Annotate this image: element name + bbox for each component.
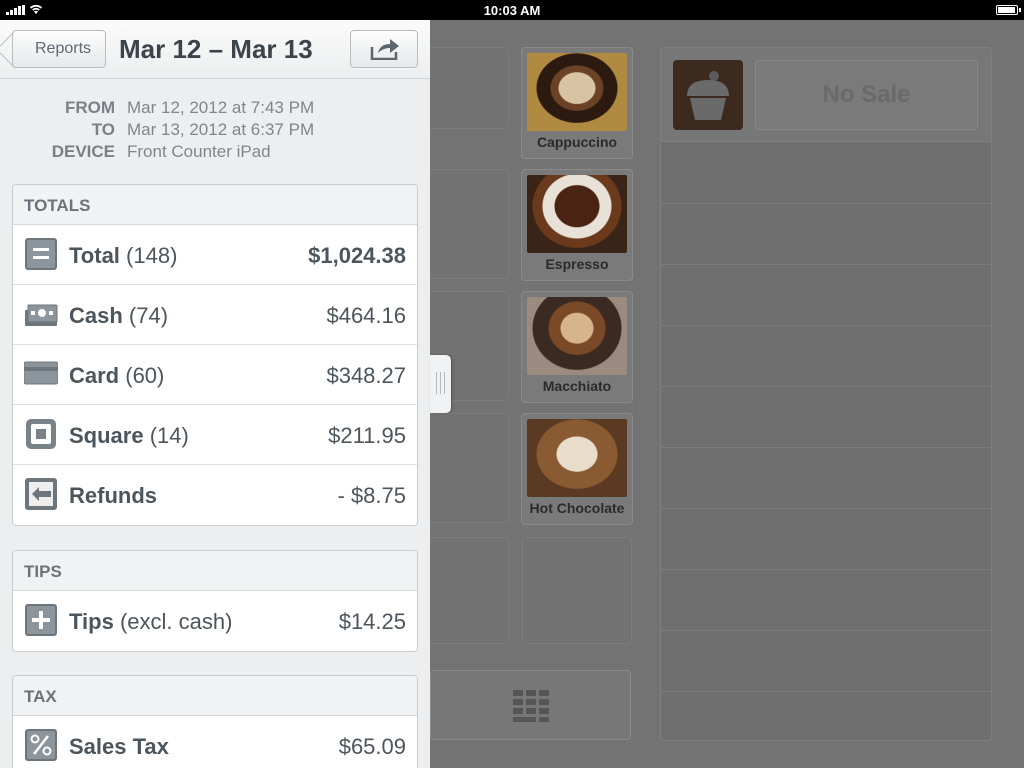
section-header: TIPS <box>13 551 417 591</box>
cart-divider <box>661 264 991 265</box>
empty-tile[interactable] <box>430 169 509 279</box>
empty-tile[interactable] <box>522 537 632 644</box>
row-amount: $1,024.38 <box>308 243 406 268</box>
empty-tile[interactable] <box>430 47 509 129</box>
espresso-photo <box>527 175 627 253</box>
row-amount: $65.09 <box>338 734 406 759</box>
reports-navbar: Reports Mar 12 – Mar 13 <box>0 20 430 79</box>
item-tile[interactable]: Cappuccino <box>521 47 633 159</box>
row-count: (14) <box>149 423 189 448</box>
register-background: Cappuccino Espresso Macchiato Hot Chocol… <box>430 20 1024 768</box>
reports-panel: Reports Mar 12 – Mar 13 FROM Mar 12, 201… <box>0 20 430 768</box>
total-row[interactable]: Total (148) $1,024.38 <box>13 225 417 285</box>
from-key: FROM <box>64 98 115 117</box>
tips-row[interactable]: Tips (excl. cash) $14.25 <box>13 591 417 651</box>
row-amount: $211.95 <box>328 423 406 448</box>
section-header: TAX <box>13 676 417 716</box>
share-button[interactable] <box>350 30 418 68</box>
battery-icon <box>996 5 1021 15</box>
cart-header: No Sale <box>661 48 991 142</box>
status-bar: 10:03 AM <box>0 0 1024 20</box>
sales-tax-row[interactable]: Sales Tax $65.09 <box>13 716 417 768</box>
to-value: Mar 13, 2012 at 6:37 PM <box>127 120 315 139</box>
cash-icon <box>25 304 58 326</box>
item-label: Cappuccino <box>536 134 618 150</box>
refund-icon <box>25 478 57 510</box>
row-count: (60) <box>125 363 165 388</box>
row-amount: $14.25 <box>338 609 406 634</box>
item-tile[interactable]: Espresso <box>521 169 633 281</box>
cappuccino-photo <box>527 53 627 131</box>
cart-divider <box>661 447 991 448</box>
card-row[interactable]: Card (60) $348.27 <box>13 345 417 405</box>
row-name: Refunds <box>69 483 157 508</box>
square-row[interactable]: Square (14) $211.95 <box>13 405 417 465</box>
row-count: (excl. cash) <box>119 609 233 634</box>
page-title: Mar 12 – Mar 13 <box>119 34 313 64</box>
item-tile[interactable]: Macchiato <box>521 291 633 403</box>
cart-divider <box>661 325 991 326</box>
row-name: Tips <box>69 609 114 634</box>
cart-divider <box>661 691 991 692</box>
share-icon <box>370 39 399 60</box>
cart-divider <box>661 569 991 570</box>
total-icon <box>25 238 57 270</box>
device-value: Front Counter iPad <box>127 142 271 161</box>
tips-section: TIPS Tips (excl. cash) $14.25 <box>12 550 418 652</box>
cupcake-icon[interactable] <box>673 60 743 130</box>
square-icon <box>26 419 56 449</box>
cart-divider <box>661 386 991 387</box>
item-label: Espresso <box>545 256 609 272</box>
to-key: TO <box>91 120 115 139</box>
row-name: Cash <box>69 303 123 328</box>
row-name: Total <box>69 243 120 268</box>
empty-tile[interactable] <box>430 413 509 523</box>
from-value: Mar 12, 2012 at 7:43 PM <box>127 98 315 117</box>
cart-divider <box>661 630 991 631</box>
macchiato-photo <box>527 297 627 375</box>
device-key: DEVICE <box>51 142 115 161</box>
card-icon <box>24 361 58 385</box>
no-sale-button[interactable]: No Sale <box>755 60 978 130</box>
cart-divider <box>661 508 991 509</box>
section-header: TOTALS <box>13 185 417 225</box>
totals-section: TOTALS Total (148) $1,024.38 Cash (74) $… <box>12 184 418 526</box>
hot-chocolate-photo <box>527 419 627 497</box>
report-meta: FROM Mar 12, 2012 at 7:43 PM TO Mar 13, … <box>0 98 430 164</box>
item-tile[interactable]: Hot Chocolate <box>521 413 633 525</box>
row-amount: - $8.75 <box>337 483 407 508</box>
keypad-icon <box>513 690 549 722</box>
back-button-label: Reports <box>35 40 92 57</box>
cart-divider <box>661 203 991 204</box>
panel-drag-handle[interactable] <box>430 355 451 413</box>
empty-tile[interactable] <box>430 537 509 644</box>
row-name: Sales Tax <box>69 734 169 759</box>
status-time: 10:03 AM <box>483 3 541 18</box>
row-count: (74) <box>128 303 169 328</box>
percent-icon <box>25 729 57 761</box>
row-amount: $348.27 <box>326 363 406 388</box>
tax-section: TAX Sales Tax $65.09 <box>12 675 418 768</box>
plus-icon <box>25 604 57 636</box>
cash-row[interactable]: Cash (74) $464.16 <box>13 285 417 345</box>
cart-panel: No Sale <box>660 47 992 741</box>
reports-back-button[interactable]: Reports <box>12 30 106 68</box>
item-label: Hot Chocolate <box>529 500 625 516</box>
row-amount: $464.16 <box>326 303 406 328</box>
row-name: Square <box>69 423 144 448</box>
row-count: (148) <box>126 243 178 268</box>
item-label: Macchiato <box>542 378 612 394</box>
row-name: Card <box>69 363 120 388</box>
keypad-button[interactable] <box>430 670 631 740</box>
refunds-row[interactable]: Refunds - $8.75 <box>13 465 417 525</box>
